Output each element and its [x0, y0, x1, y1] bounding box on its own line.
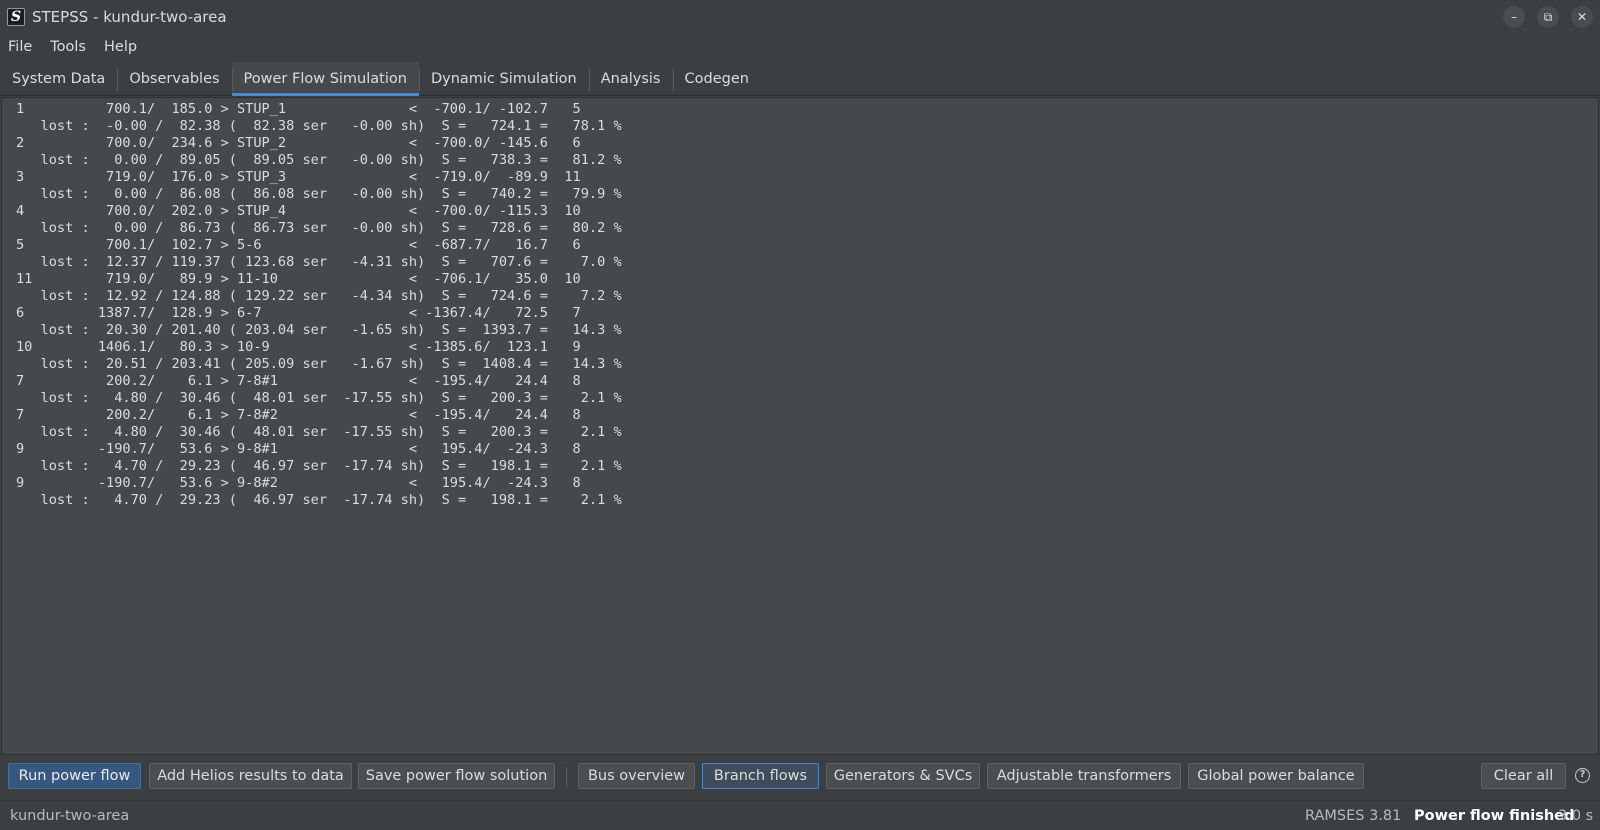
tab-system-data[interactable]: System Data — [0, 62, 117, 95]
tab-power-flow-simulation[interactable]: Power Flow Simulation — [231, 62, 420, 96]
global-power-balance-button[interactable]: Global power balance — [1188, 763, 1364, 789]
menu-file[interactable]: File — [0, 39, 41, 55]
branch-flow-line: 2 700.0/ 234.6 > STUP_2 < -700.0/ -145.6… — [16, 135, 581, 151]
restore-icon[interactable]: ⧉ — [1537, 6, 1559, 28]
branch-flow-line: 4 700.0/ 202.0 > STUP_4 < -700.0/ -115.3… — [16, 203, 581, 219]
save-power-flow-solution-button[interactable]: Save power flow solution — [358, 763, 555, 789]
button-separator — [566, 767, 567, 787]
branch-flow-line: 7 200.2/ 6.1 > 7-8#1 < -195.4/ 24.4 8 — [16, 373, 581, 389]
project-name: kundur-two-area — [10, 807, 130, 824]
branch-flow-line: 3 719.0/ 176.0 > STUP_3 < -719.0/ -89.9 … — [16, 169, 581, 185]
tab-observables[interactable]: Observables — [117, 62, 231, 95]
bus-overview-button[interactable]: Bus overview — [578, 763, 695, 789]
branch-flow-line: 6 1387.7/ 128.9 > 6-7 < -1367.4/ 72.5 7 — [16, 305, 581, 321]
run-power-flow-button[interactable]: Run power flow — [8, 763, 141, 789]
branch-loss-line: lost : 12.37 / 119.37 ( 123.68 ser -4.31… — [16, 254, 622, 270]
restore-glyph: ⧉ — [1543, 10, 1553, 24]
tab-dynamic-simulation[interactable]: Dynamic Simulation — [418, 62, 589, 95]
solver-version: RAMSES 3.81 — [1305, 807, 1402, 824]
branch-loss-line: lost : 20.51 / 203.41 ( 205.09 ser -1.67… — [16, 356, 622, 372]
tab-analysis[interactable]: Analysis — [588, 62, 673, 95]
branch-flow-line: 5 700.1/ 102.7 > 5-6 < -687.7/ 16.7 6 — [16, 237, 581, 253]
clear-all-button[interactable]: Clear all — [1481, 763, 1566, 789]
branch-loss-line: lost : 0.00 / 89.05 ( 89.05 ser -0.00 sh… — [16, 152, 622, 168]
branch-flow-line: 1 700.1/ 185.0 > STUP_1 < -700.1/ -102.7… — [16, 101, 581, 117]
branch-loss-line: lost : 4.70 / 29.23 ( 46.97 ser -17.74 s… — [16, 458, 622, 474]
add-helios-results-button[interactable]: Add Helios results to data — [149, 763, 352, 789]
branch-loss-line: lost : -0.00 / 82.38 ( 82.38 ser -0.00 s… — [16, 118, 622, 134]
branch-loss-line: lost : 12.92 / 124.88 ( 129.22 ser -4.34… — [16, 288, 622, 304]
menu-bar: File Tools Help — [0, 34, 1600, 60]
branch-flow-line: 9 -190.7/ 53.6 > 9-8#2 < 195.4/ -24.3 8 — [16, 475, 581, 491]
branch-flow-line: 9 -190.7/ 53.6 > 9-8#1 < 195.4/ -24.3 8 — [16, 441, 581, 457]
branch-flow-line: 11 719.0/ 89.9 > 11-10 < -706.1/ 35.0 10 — [16, 271, 581, 287]
branch-flow-line: 7 200.2/ 6.1 > 7-8#2 < -195.4/ 24.4 8 — [16, 407, 581, 423]
window-title: STEPSS - kundur-two-area — [32, 8, 227, 26]
branch-loss-line: lost : 20.30 / 201.40 ( 203.04 ser -1.65… — [16, 322, 622, 338]
power-flow-output[interactable]: 1 700.1/ 185.0 > STUP_1 < -700.1/ -102.7… — [1, 97, 1599, 755]
elapsed-time: 3.0 s — [1558, 807, 1594, 824]
branch-loss-line: lost : 4.80 / 30.46 ( 48.01 ser -17.55 s… — [16, 424, 622, 440]
branch-flows-button[interactable]: Branch flows — [702, 763, 819, 789]
app-logo-letter: S — [10, 9, 22, 25]
tab-bar: System Data Observables Power Flow Simul… — [0, 62, 1600, 96]
tab-codegen[interactable]: Codegen — [672, 62, 761, 95]
help-icon[interactable]: ? — [1575, 768, 1590, 783]
branch-loss-line: lost : 4.70 / 29.23 ( 46.97 ser -17.74 s… — [16, 492, 622, 508]
title-bar: S STEPSS - kundur-two-area – ⧉ ✕ — [0, 0, 1600, 34]
status-message: Power flow finished — [1414, 807, 1575, 824]
output-text-area[interactable]: 1 700.1/ 185.0 > STUP_1 < -700.1/ -102.7… — [2, 98, 1598, 509]
minimize-glyph: – — [1511, 10, 1517, 24]
adjustable-transformers-button[interactable]: Adjustable transformers — [987, 763, 1181, 789]
branch-loss-line: lost : 4.80 / 30.46 ( 48.01 ser -17.55 s… — [16, 390, 622, 406]
menu-tools[interactable]: Tools — [41, 39, 95, 55]
action-button-bar: Run power flow Add Helios results to dat… — [0, 757, 1600, 797]
close-glyph: ✕ — [1576, 10, 1588, 24]
minimize-icon[interactable]: – — [1503, 6, 1525, 28]
close-icon[interactable]: ✕ — [1571, 6, 1593, 28]
branch-flow-line: 10 1406.1/ 80.3 > 10-9 < -1385.6/ 123.1 … — [16, 339, 581, 355]
branch-loss-line: lost : 0.00 / 86.73 ( 86.73 ser -0.00 sh… — [16, 220, 622, 236]
status-bar: kundur-two-area RAMSES 3.81 Power flow f… — [0, 800, 1600, 830]
app-logo-icon: S — [7, 8, 25, 26]
generators-svcs-button[interactable]: Generators & SVCs — [826, 763, 980, 789]
branch-loss-line: lost : 0.00 / 86.08 ( 86.08 ser -0.00 sh… — [16, 186, 622, 202]
menu-help[interactable]: Help — [95, 39, 146, 55]
